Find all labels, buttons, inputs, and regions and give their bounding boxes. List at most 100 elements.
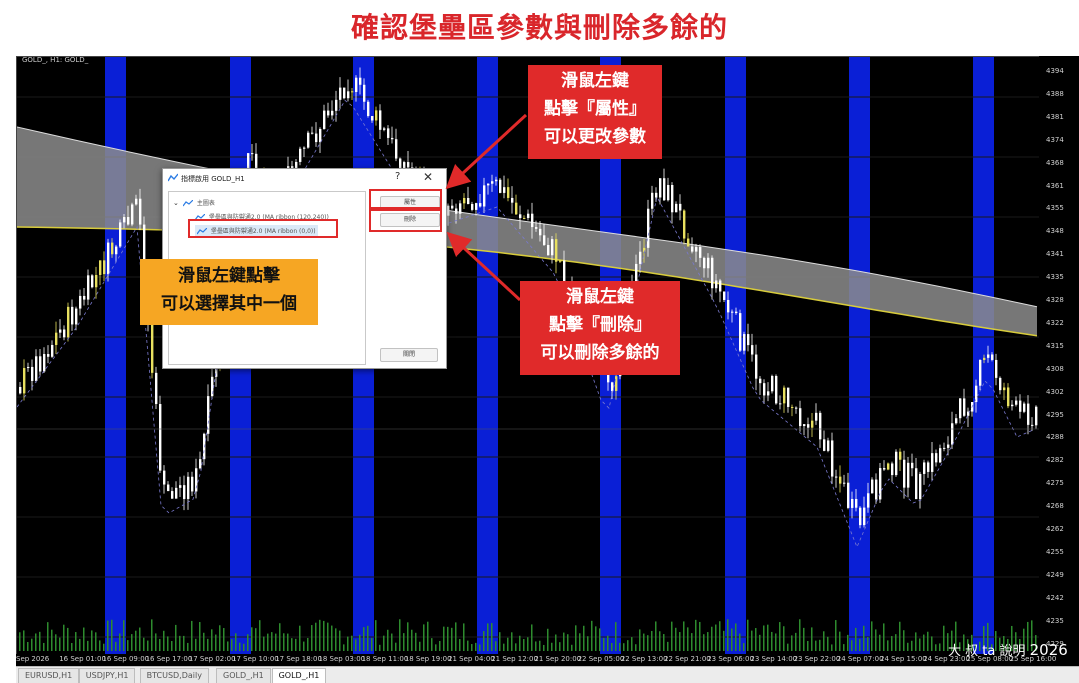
candle-body — [991, 354, 994, 360]
candle-body — [723, 291, 726, 300]
volume-bar — [103, 643, 105, 651]
volume-bar — [99, 640, 101, 651]
watermark-year: 2026 — [1029, 641, 1068, 659]
candle-body — [163, 470, 166, 485]
volume-bar — [339, 630, 341, 651]
help-icon[interactable]: ? — [395, 171, 400, 182]
chart-tab[interactable]: USDJPY,H1 — [78, 668, 136, 683]
chart-line-icon — [182, 200, 193, 207]
volume-bar — [943, 625, 945, 651]
volume-bar — [527, 637, 529, 651]
price-label: 4388 — [1046, 89, 1064, 98]
candle-body — [707, 257, 710, 269]
time-label: 17 Sep 02:00 — [188, 655, 236, 663]
volume-bar — [887, 640, 889, 651]
time-label: 22 Sep 05:00 — [577, 655, 625, 663]
volume-bar — [59, 637, 61, 651]
dialog-title: 指標啟用 GOLD_H1 — [181, 175, 245, 183]
candle-body — [839, 476, 842, 484]
volume-bar — [743, 643, 745, 651]
candle-body — [699, 247, 702, 258]
volume-bar — [855, 627, 857, 651]
tree-root-main-chart[interactable]: ⌄ 主圖表 — [173, 198, 215, 207]
candle-body — [779, 403, 782, 405]
volume-bar — [567, 634, 569, 651]
volume-bar — [51, 629, 53, 651]
volume-bar — [67, 627, 69, 651]
candle-body — [127, 217, 130, 225]
candle-body — [755, 354, 758, 379]
candle-body — [35, 356, 38, 381]
candle-body — [891, 463, 894, 476]
candle-body — [395, 139, 398, 159]
candle-body — [939, 448, 942, 463]
volume-bar — [491, 623, 493, 651]
candle-body — [199, 459, 202, 469]
candle-body — [671, 184, 674, 213]
candle-body — [375, 110, 378, 121]
candle-body — [175, 487, 178, 499]
volume-bar — [391, 633, 393, 651]
candle-body — [51, 344, 54, 357]
candle-body — [943, 447, 946, 449]
chevron-down-icon[interactable]: ⌄ — [173, 199, 181, 207]
chart-tab[interactable]: BTCUSD,Daily — [139, 668, 209, 683]
time-label: 17 Sep 18:00 — [275, 655, 322, 663]
chart-tab[interactable]: GOLD_,H1 — [216, 668, 271, 683]
volume-bar — [703, 634, 705, 651]
volume-bar — [495, 641, 497, 651]
time-label: 16 Sep 17:00 — [145, 655, 193, 663]
volume-bar — [891, 636, 893, 651]
volume-bar — [247, 634, 249, 651]
volume-bar — [699, 621, 701, 651]
volume-bar — [563, 632, 565, 651]
candle-body — [687, 238, 690, 247]
volume-bar — [243, 643, 245, 651]
candle-body — [863, 507, 866, 526]
candle-body — [111, 242, 114, 255]
volume-bar — [775, 633, 777, 651]
volume-bar — [219, 625, 221, 651]
volume-bar — [835, 620, 837, 651]
price-label: 4341 — [1046, 250, 1064, 259]
volume-bar — [423, 624, 425, 651]
candle-body — [935, 453, 938, 463]
candle-body — [855, 498, 858, 508]
volume-bar — [751, 630, 753, 651]
candle-body — [359, 77, 362, 85]
volume-bar — [643, 633, 645, 651]
volume-bar — [379, 644, 381, 651]
volume-bar — [783, 626, 785, 651]
volume-bar — [531, 624, 533, 651]
volume-bar — [139, 627, 141, 651]
highlight-selected-item — [188, 219, 338, 238]
candle-body — [331, 110, 334, 116]
price-label: 4355 — [1046, 204, 1064, 213]
volume-bar — [843, 644, 845, 651]
volume-bar — [143, 637, 145, 651]
chart-tab[interactable]: EURUSD,H1 — [18, 668, 80, 683]
candle-body — [803, 424, 806, 427]
chart-tab[interactable]: GOLD_,H1 — [271, 668, 327, 683]
volume-bar — [691, 633, 693, 651]
volume-bar — [215, 634, 217, 651]
candle-body — [499, 179, 502, 193]
candle-body — [551, 239, 554, 256]
price-label: 4268 — [1046, 502, 1064, 511]
candle-body — [515, 202, 518, 215]
candle-body — [667, 184, 670, 201]
candle-body — [59, 329, 62, 333]
candle-body — [835, 476, 838, 478]
close-icon[interactable]: ✕ — [423, 170, 433, 184]
volume-bar — [923, 634, 925, 651]
dialog-titlebar[interactable]: 指標啟用 GOLD_H1 ? ✕ — [163, 169, 446, 187]
candle-body — [847, 482, 850, 508]
candle-body — [475, 203, 478, 210]
candle-body — [1011, 404, 1014, 407]
time-label: 16 Sep 01:00 — [59, 655, 106, 663]
candle-body — [43, 354, 46, 372]
volume-bar — [335, 628, 337, 651]
price-label: 4374 — [1046, 135, 1064, 144]
volume-bar — [879, 634, 881, 651]
close-button[interactable]: 關閉 — [380, 348, 438, 362]
